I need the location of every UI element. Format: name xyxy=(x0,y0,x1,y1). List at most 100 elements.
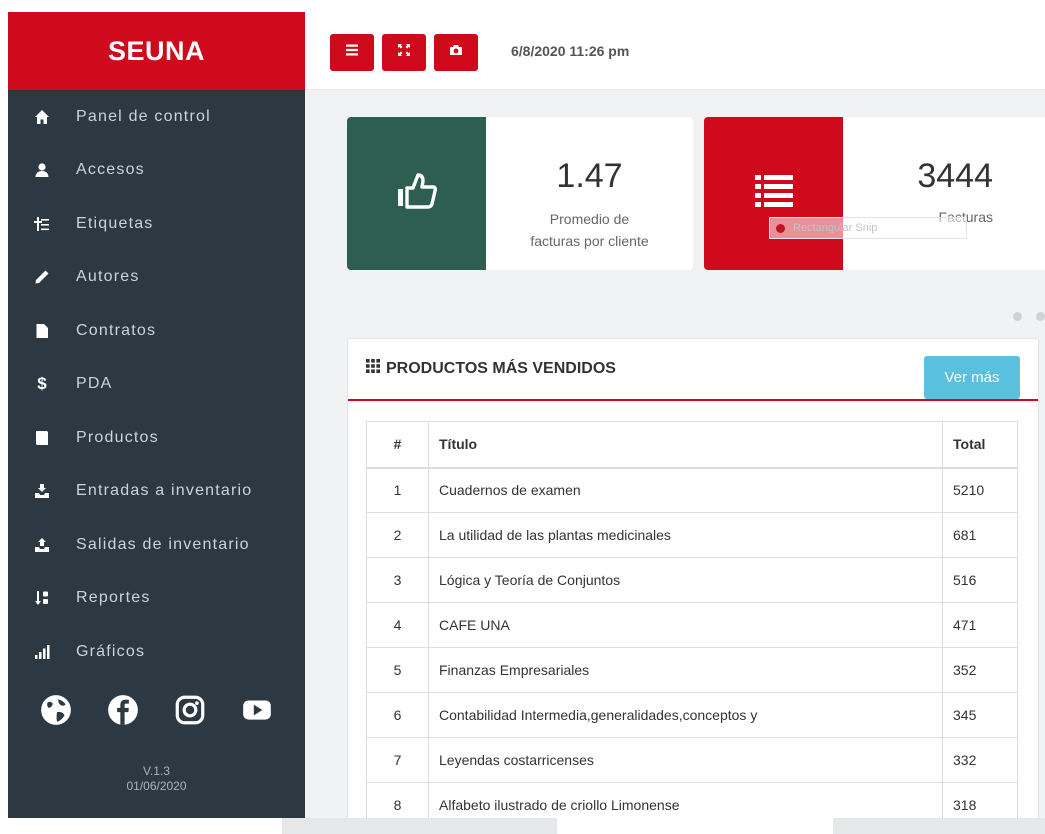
version-date: 01/06/2020 xyxy=(126,779,187,793)
book-icon xyxy=(8,430,76,446)
row-title: Lógica y Teoría de Conjuntos xyxy=(428,557,943,603)
sidebar-item-productos[interactable]: Productos xyxy=(8,411,305,465)
sidebar-item-salidas-de-inventario[interactable]: Salidas de inventario xyxy=(8,518,305,572)
sidebar-item-label: Reportes xyxy=(76,589,151,607)
row-total: 332 xyxy=(942,737,1018,783)
row-total: 352 xyxy=(942,647,1018,693)
main-content: 1.47 Promedio de facturas por cliente 34… xyxy=(305,90,1045,834)
sidebar-nav: Panel de control Accesos Etiquetas Autor… xyxy=(8,90,305,679)
sidebar-item-label: Panel de control xyxy=(76,107,211,125)
sidebar-item-autores[interactable]: Autores xyxy=(8,251,305,305)
top-products-panel: PRODUCTOS MÁS VENDIDOS Ver más # Título … xyxy=(347,338,1039,834)
sidebar-item-pda[interactable]: $ PDA xyxy=(8,358,305,412)
bar-chart-icon xyxy=(8,644,76,660)
file-icon xyxy=(8,323,76,339)
column-header-number: # xyxy=(366,421,429,469)
table-row: 4 CAFE UNA 471 xyxy=(366,602,1018,648)
stat-card-invoices: 3444 Facturas xyxy=(704,117,1045,270)
row-number: 5 xyxy=(366,647,429,693)
row-number: 1 xyxy=(366,467,429,513)
carousel-dot[interactable] xyxy=(1013,312,1022,321)
sidebar-item-accesos[interactable]: Accesos xyxy=(8,144,305,198)
row-number: 3 xyxy=(366,557,429,603)
globe-icon[interactable] xyxy=(36,690,76,730)
stat-card-avg-invoices: 1.47 Promedio de facturas por cliente xyxy=(347,117,693,270)
stat-caption-line: facturas por cliente xyxy=(530,233,649,249)
fullscreen-button[interactable] xyxy=(382,34,426,71)
expand-icon xyxy=(397,43,411,62)
sidebar-item-label: Contratos xyxy=(76,321,157,339)
youtube-icon[interactable] xyxy=(237,690,277,730)
current-datetime: 6/8/2020 11:26 pm xyxy=(511,43,630,59)
row-title: Leyendas costarricenses xyxy=(428,737,943,783)
sort-icon xyxy=(8,590,76,606)
row-total: 516 xyxy=(942,557,1018,603)
row-number: 6 xyxy=(366,692,429,738)
sidebar-item-label: Etiquetas xyxy=(76,214,154,232)
view-more-button[interactable]: Ver más xyxy=(924,356,1020,399)
panel-title-text: PRODUCTOS MÁS VENDIDOS xyxy=(386,359,616,377)
pencil-icon xyxy=(8,269,76,285)
version-number: V.1.3 xyxy=(143,764,170,778)
social-links xyxy=(8,690,305,730)
sidebar-item-label: PDA xyxy=(76,375,113,393)
sidebar-item-contratos[interactable]: Contratos xyxy=(8,304,305,358)
carousel-dots xyxy=(1013,312,1045,321)
panel-title: PRODUCTOS MÁS VENDIDOS xyxy=(366,359,616,378)
version-info: V.1.3 01/06/2020 xyxy=(8,764,305,794)
top-products-table: # Título Total 1 Cuadernos de examen 521… xyxy=(366,421,1018,828)
instagram-icon[interactable] xyxy=(170,690,210,730)
menu-toggle-button[interactable] xyxy=(330,34,374,71)
sidebar-item-reportes[interactable]: Reportes xyxy=(8,572,305,626)
table-row: 3 Lógica y Teoría de Conjuntos 516 xyxy=(366,557,1018,603)
bottom-segment xyxy=(833,818,1045,834)
sidebar-item-label: Autores xyxy=(76,268,140,286)
table-row: 2 La utilidad de las plantas medicinales… xyxy=(366,512,1018,558)
sidebar-item-label: Salidas de inventario xyxy=(76,535,250,553)
row-title: Cuadernos de examen xyxy=(428,467,943,513)
sidebar-item-etiquetas[interactable]: Etiquetas xyxy=(8,197,305,251)
table-row: 1 Cuadernos de examen 5210 xyxy=(366,467,1018,513)
sidebar-item-graficos[interactable]: Gráficos xyxy=(8,625,305,679)
row-total: 345 xyxy=(942,692,1018,738)
stat-value: 3444 xyxy=(917,157,993,195)
tag-icon xyxy=(8,216,76,232)
row-total: 471 xyxy=(942,602,1018,648)
row-title: CAFE UNA xyxy=(428,602,943,648)
panel-header: PRODUCTOS MÁS VENDIDOS Ver más xyxy=(348,339,1038,401)
sidebar-item-label: Gráficos xyxy=(76,642,146,660)
screenshot-button[interactable] xyxy=(434,34,478,71)
snip-tooltip: Rectangular Snip xyxy=(769,217,967,239)
row-title: Contabilidad Intermedia,generalidades,co… xyxy=(428,692,943,738)
stat-card-icon-area xyxy=(704,117,843,270)
stat-caption-line: Promedio de xyxy=(549,211,630,227)
table-row: 7 Leyendas costarricenses 332 xyxy=(366,737,1018,783)
row-number: 2 xyxy=(366,512,429,558)
row-number: 4 xyxy=(366,602,429,648)
inbox-in-icon xyxy=(8,483,76,499)
sidebar-item-entradas-a-inventario[interactable]: Entradas a inventario xyxy=(8,465,305,519)
stat-caption: Promedio de facturas por cliente xyxy=(486,208,693,252)
record-dot-icon xyxy=(776,223,785,233)
column-header-total: Total xyxy=(942,421,1018,469)
row-total: 5210 xyxy=(942,467,1018,513)
carousel-dot[interactable] xyxy=(1036,312,1045,321)
sidebar: SEUNA Panel de control Accesos Etiquetas… xyxy=(8,12,305,818)
table-row: 6 Contabilidad Intermedia,generalidades,… xyxy=(366,692,1018,738)
grid-icon xyxy=(366,359,380,378)
brand-name: SEUNA xyxy=(107,35,205,66)
list-icon xyxy=(754,171,794,216)
sidebar-item-label: Productos xyxy=(76,428,159,446)
user-icon xyxy=(8,162,76,178)
brand-header[interactable]: SEUNA xyxy=(8,12,305,90)
bottom-strip xyxy=(0,818,1045,834)
facebook-icon[interactable] xyxy=(103,690,143,730)
inbox-out-icon xyxy=(8,537,76,553)
thumbs-up-icon xyxy=(396,172,438,215)
sidebar-item-label: Accesos xyxy=(76,161,145,179)
camera-icon xyxy=(449,43,463,62)
table-header-row: # Título Total xyxy=(366,421,1018,469)
sidebar-item-panel-de-control[interactable]: Panel de control xyxy=(8,90,305,144)
column-header-title: Título xyxy=(428,421,943,469)
stat-card-icon-area xyxy=(347,117,486,270)
